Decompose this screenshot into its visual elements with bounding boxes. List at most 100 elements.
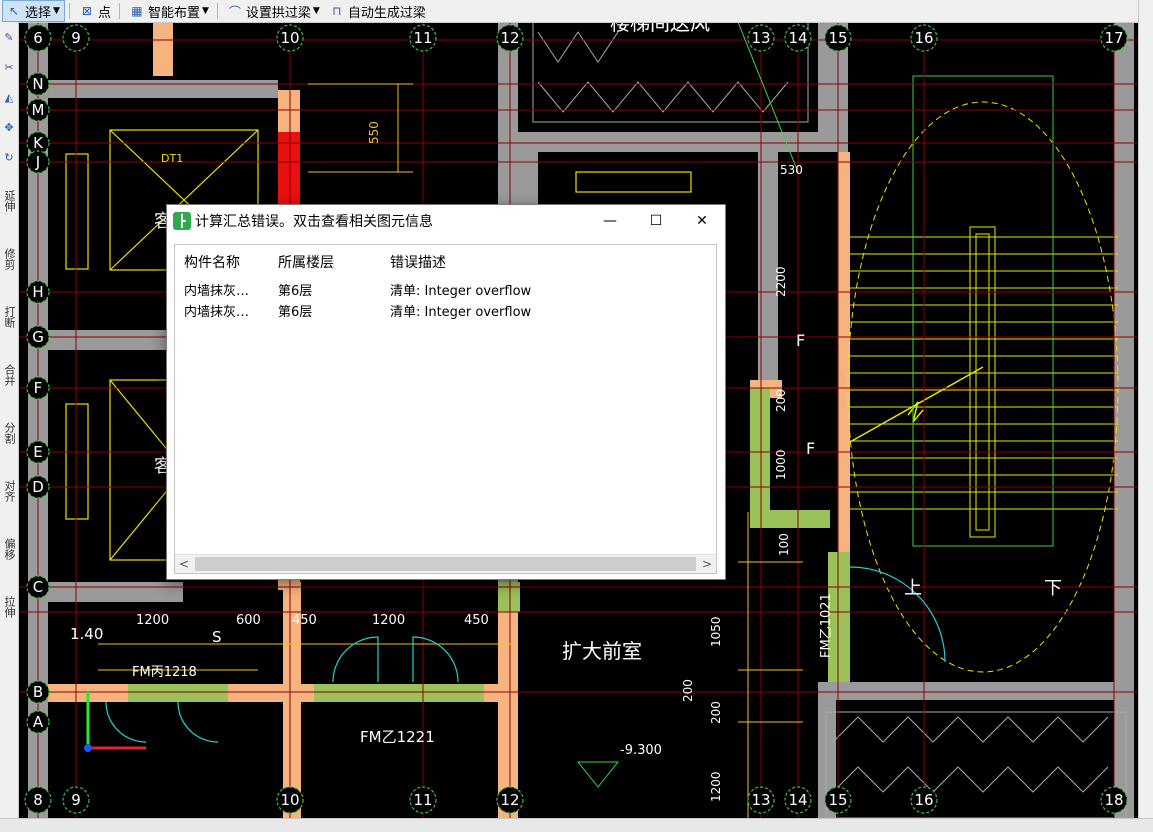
grid-bubble-left: B (33, 683, 43, 701)
grid-bubble-bottom: 13 (751, 791, 770, 809)
align-tool[interactable]: 对齐 (0, 462, 18, 520)
column-header-floor[interactable]: 所属楼层 (269, 252, 381, 272)
column-header-desc[interactable]: 错误描述 (381, 252, 716, 272)
grid-bubble-top: 13 (751, 29, 770, 47)
extend-tool[interactable]: 延伸 (0, 172, 18, 230)
grid-bubble-bottom: 18 (1104, 791, 1123, 809)
scroll-right-icon[interactable]: > (698, 555, 716, 573)
grid-bubble-top: 6 (33, 29, 43, 47)
mirror-icon[interactable]: ◭ (0, 82, 18, 112)
grid-bubble-top: 10 (280, 29, 299, 47)
table-row[interactable]: 内墙抹灰… 第6层 清单: Integer overflow (175, 279, 716, 300)
f-label-1: F (796, 331, 805, 350)
grid-bubble-bottom: 16 (914, 791, 933, 809)
dim-1050: 1050 (709, 616, 723, 647)
point-button[interactable]: ⊠ 点 (76, 1, 115, 21)
dim-1000: 1000 (774, 449, 788, 480)
top-toolbar: ↖ 选择 ▼ ⊠ 点 ▦ 智能布置 ▼ ⌒ 设置拱过梁 ▼ ⊓ 自动生成过梁 (0, 0, 1138, 23)
close-button[interactable]: ✕ (679, 205, 725, 237)
row-floor: 第6层 (278, 305, 313, 320)
stair-up-label: 上 (904, 578, 922, 599)
grid-bubble-left: D (32, 478, 44, 496)
row-desc: 清单: Integer overflow (390, 284, 532, 299)
split-tool[interactable]: 分割 (0, 404, 18, 462)
grid-bubble-left: N (32, 75, 43, 93)
select-label: 选择 (25, 5, 52, 21)
smart-layout-label: 智能布置 (147, 5, 200, 21)
toolbar-divider (68, 3, 70, 19)
dim-200a: 200 (774, 389, 788, 412)
maximize-button[interactable]: ☐ (633, 205, 679, 237)
auto-lintel-icon: ⊓ (332, 4, 342, 18)
minimize-button[interactable]: — (587, 205, 633, 237)
dim-530: 530 (780, 163, 803, 177)
grid-bubble-top: 14 (788, 29, 807, 47)
dim-1200v: 1200 (709, 771, 723, 802)
grid-bubble-left: C (33, 578, 43, 596)
merge-tool[interactable]: 合并 (0, 346, 18, 404)
grid-bubble-bottom: 10 (280, 791, 299, 809)
rotate-icon[interactable]: ↻ (0, 142, 18, 172)
scroll-left-icon[interactable]: < (175, 555, 193, 573)
column-header-name[interactable]: 构件名称 (175, 252, 269, 272)
grid-bubble-left: A (33, 713, 44, 731)
move-icon[interactable]: ✥ (0, 112, 18, 142)
smart-layout-icon: ▦ (131, 4, 143, 18)
grid-bubble-left: F (34, 379, 43, 397)
fm-yi-label: FM乙1221 (360, 728, 435, 746)
grid-bubble-bottom: 14 (788, 791, 807, 809)
horizontal-scrollbar[interactable]: < > (175, 554, 716, 573)
grid-bubble-left: M (32, 101, 45, 119)
error-list-header: 构件名称 所属楼层 错误描述 (175, 245, 716, 279)
chevron-down-icon: ▼ (312, 6, 320, 16)
left-edit-toolbar: ✎ ✂ ◭ ✥ ↻ 延伸 修剪 打断 合并 分割 对齐 偏移 拉伸 (0, 22, 19, 818)
grid-bubble-top: 9 (71, 29, 81, 47)
grid-bubble-bottom: 11 (413, 791, 432, 809)
toolbar-divider (216, 3, 218, 19)
break-tool[interactable]: 打断 (0, 288, 18, 346)
pencil-icon[interactable]: ✎ (0, 22, 18, 52)
grid-bubble-left: E (33, 443, 42, 461)
right-panel-edge (1138, 0, 1153, 818)
grid-bubble-top: 15 (828, 29, 847, 47)
grid-bubble-top: 16 (914, 29, 933, 47)
stair-down-label: 下 (1044, 578, 1062, 599)
app-logo-icon: ┣ (173, 212, 191, 230)
smart-layout-button[interactable]: ▦ 智能布置 ▼ (126, 1, 213, 21)
arch-lintel-label: 设置拱过梁 (245, 5, 311, 21)
trim-tool[interactable]: 修剪 (0, 230, 18, 288)
arch-lintel-button[interactable]: ⌒ 设置拱过梁 ▼ (224, 1, 324, 21)
arch-lintel-icon: ⌒ (228, 4, 241, 19)
cursor-icon: ↖ (8, 4, 20, 18)
chevron-down-icon: ▼ (53, 6, 60, 16)
grid-bubble-left: G (32, 328, 44, 346)
scroll-thumb[interactable] (195, 557, 696, 571)
dim-550: 550 (367, 121, 381, 144)
offset-tool[interactable]: 偏移 (0, 520, 18, 578)
grid-bubble-top: 17 (1104, 29, 1123, 47)
dialog-title-bar[interactable]: ┣ 计算汇总错误。双击查看相关图元信息 — ☐ ✕ (167, 205, 725, 237)
select-button[interactable]: ↖ 选择 ▼ (2, 0, 65, 22)
dim-1200b: 1200 (372, 613, 405, 628)
scissors-icon[interactable]: ✂ (0, 52, 18, 82)
f-label-2: F (806, 439, 815, 458)
grid-bubble-bottom: 15 (828, 791, 847, 809)
fm-yi-vertical-label: FM乙1021 (819, 593, 834, 658)
dim-450b: 450 (464, 613, 489, 628)
dialog-title: 计算汇总错误。双击查看相关图元信息 (195, 214, 433, 230)
point-icon: ⊠ (81, 4, 92, 18)
table-row[interactable]: 内墙抹灰… 第6层 清单: Integer overflow (175, 300, 716, 321)
chevron-down-icon: ▼ (201, 6, 209, 16)
elevation-label: -9.300 (620, 743, 662, 758)
status-bar (0, 818, 1153, 832)
level-label: 1.40 (70, 625, 103, 643)
fm-bing-label: FM丙1218 (132, 665, 197, 680)
grid-bubble-bottom: 8 (33, 791, 43, 809)
grid-bubble-left: J (35, 153, 40, 171)
stretch-tool[interactable]: 拉伸 (0, 578, 18, 636)
stair-note-label: 楼梯间送风 (610, 22, 710, 35)
grid-bubble-bottom: 12 (500, 791, 519, 809)
auto-lintel-button[interactable]: ⊓ 自动生成过梁 (326, 1, 430, 21)
error-list[interactable]: 构件名称 所属楼层 错误描述 内墙抹灰… 第6层 清单: Integer ove… (174, 244, 717, 574)
dt1-label: DT1 (161, 152, 183, 165)
